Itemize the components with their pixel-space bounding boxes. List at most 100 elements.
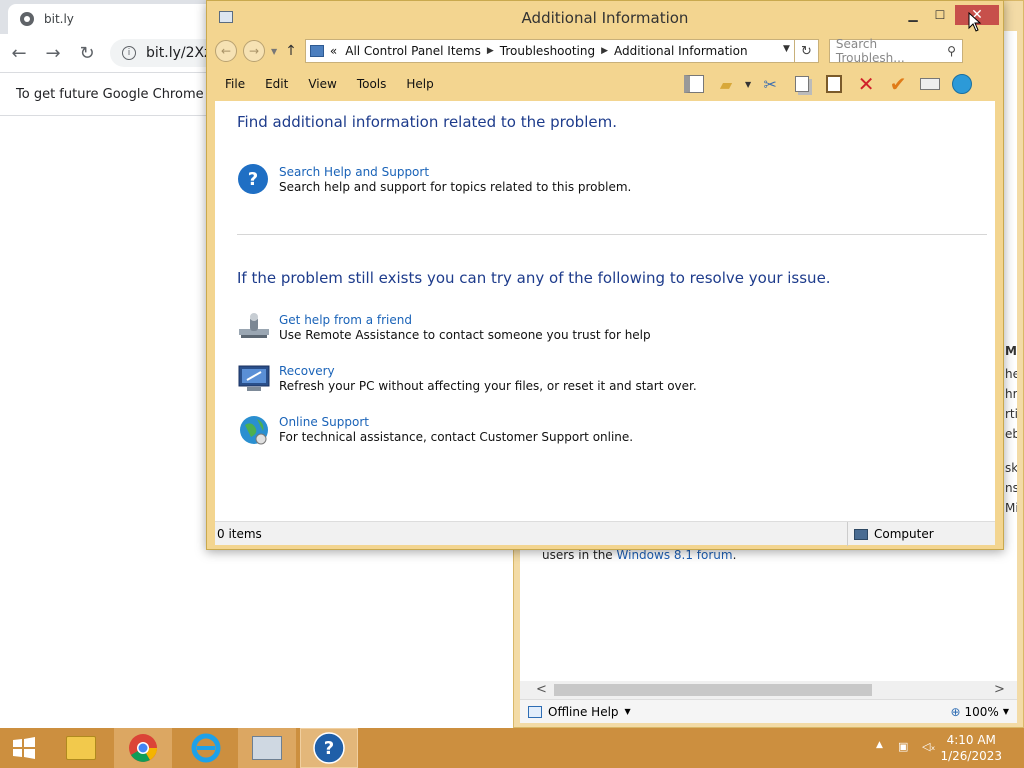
search-help-desc: Search help and support for topics relat… (279, 180, 632, 194)
address-row: ← → ▼ ↑ « All Control Panel Items ▶ Trou… (215, 37, 995, 65)
breadcrumb-item[interactable]: All Control Panel Items (345, 44, 481, 58)
window-title: Additional Information (521, 9, 689, 27)
chrome-tab[interactable]: bit.ly (8, 4, 228, 34)
breadcrumb-item[interactable]: Additional Information (614, 44, 748, 58)
up-arrow-button[interactable]: ↑ (285, 43, 297, 59)
cutoff-text: Mo (1005, 344, 1017, 358)
globe-icon (20, 12, 34, 26)
menu-edit[interactable]: Edit (265, 77, 288, 91)
cutoff-text: eb (1005, 427, 1017, 441)
taskbar-file-explorer[interactable] (56, 728, 106, 768)
maximize-button[interactable]: ☐ (929, 5, 951, 25)
title-bar[interactable]: Additional Information ▁ ☐ ✕ (207, 1, 1003, 35)
taskbar-help[interactable]: ? (300, 728, 358, 768)
toolbar-icons: ▰ ▼ ✂ ✕ ✔ (681, 69, 975, 99)
magnifier-icon: ⊕ (950, 704, 961, 719)
minimize-button[interactable]: ▁ (903, 5, 923, 25)
properties-icon[interactable] (917, 71, 943, 97)
copy-icon[interactable] (789, 71, 815, 97)
status-bar: 0 items Computer (215, 521, 995, 546)
get-help-friend-link[interactable]: Get help from a friend (279, 313, 651, 327)
heading-find-info: Find additional information related to t… (237, 113, 617, 131)
back-button[interactable]: ← (215, 40, 237, 62)
scroll-right-icon[interactable]: > (994, 682, 1005, 697)
menu-tools[interactable]: Tools (357, 77, 387, 91)
security-zone: Computer (847, 522, 934, 546)
chevron-down-icon: ▼ (624, 707, 631, 716)
reload-icon[interactable]: ↻ (72, 38, 102, 68)
breadcrumb-separator-icon[interactable]: ▶ (601, 46, 608, 56)
windows-logo-icon (13, 737, 35, 759)
system-clock[interactable]: 4:10 AM 1/26/2023 (940, 732, 1002, 764)
cutoff-text: rti (1005, 407, 1017, 421)
volume-muted-icon[interactable]: ◁ₓ (922, 740, 935, 753)
clock-time: 4:10 AM (946, 733, 996, 747)
computer-icon (854, 528, 868, 540)
back-arrow-icon[interactable]: ← (4, 38, 34, 68)
recovery-link[interactable]: Recovery (279, 364, 697, 378)
menu-file[interactable]: File (225, 77, 245, 91)
breadcrumb-separator-icon[interactable]: ▶ (487, 46, 494, 56)
forward-button[interactable]: → (243, 40, 265, 62)
help-book-icon (528, 705, 542, 718)
control-panel-icon (252, 736, 282, 760)
refresh-button[interactable]: ↻ (794, 39, 819, 63)
chevron-down-icon: ▼ (1002, 707, 1009, 716)
recent-locations-chevron-icon[interactable]: ▼ (271, 47, 277, 56)
menu-help[interactable]: Help (406, 77, 433, 91)
cutoff-text: ns (1005, 481, 1017, 495)
chevron-down-icon[interactable]: ▼ (745, 80, 751, 89)
taskbar-control-panel[interactable] (238, 728, 296, 768)
svg-text:?: ? (324, 738, 334, 759)
chrome-tab-title: bit.ly (44, 12, 74, 26)
cut-icon[interactable]: ✂ (757, 71, 783, 97)
search-input[interactable]: Search Troublesh... ⚲ (828, 37, 963, 65)
paste-icon[interactable] (821, 71, 847, 97)
network-icon[interactable]: ▣ (898, 740, 908, 753)
search-icon[interactable]: ⚲ (947, 44, 956, 58)
clock-date: 1/26/2023 (940, 749, 1002, 763)
delete-icon[interactable]: ✕ (853, 71, 879, 97)
cutoff-text: Mic (1005, 501, 1017, 515)
heading-problem-exists: If the problem still exists you can try … (237, 269, 831, 287)
chevron-down-icon[interactable]: ▼ (783, 44, 790, 54)
zoom-control[interactable]: ⊕ 100% ▼ (950, 705, 1009, 719)
online-support-desc: For technical assistance, contact Custom… (279, 430, 634, 444)
online-support-link[interactable]: Online Support (279, 415, 633, 429)
svg-text:?: ? (248, 169, 258, 190)
item-recovery: Recovery Refresh your PC without affecti… (237, 362, 697, 396)
forum-link[interactable]: Windows 8.1 forum (617, 548, 733, 562)
item-online-support: Online Support For technical assistance,… (237, 413, 633, 447)
forward-arrow-icon[interactable]: → (38, 38, 68, 68)
item-search-help: ? Search Help and Support Search help an… (237, 163, 631, 197)
taskbar-internet-explorer[interactable] (178, 728, 234, 768)
address-bar[interactable]: « All Control Panel Items ▶ Troubleshoot… (304, 39, 795, 63)
chrome-infobar-text: To get future Google Chrome upc (16, 86, 232, 102)
chrome-logo-icon (129, 734, 157, 762)
horizontal-scrollbar[interactable]: < > (520, 681, 1017, 699)
folder-sync-icon[interactable]: ▰ (713, 71, 739, 97)
menu-view[interactable]: View (308, 77, 336, 91)
search-help-link[interactable]: Search Help and Support (279, 165, 631, 179)
scroll-left-icon[interactable]: < (536, 682, 547, 697)
offline-help-menu[interactable]: Offline Help ▼ (528, 705, 631, 719)
checkmark-icon[interactable]: ✔ (885, 71, 911, 97)
item-count: 0 items (217, 526, 262, 541)
taskbar-chrome[interactable] (114, 728, 172, 768)
help-status-bar: Offline Help ▼ ⊕ 100% ▼ (520, 699, 1017, 723)
info-icon[interactable]: i (122, 46, 136, 60)
item-remote-assistance: Get help from a friend Use Remote Assist… (237, 311, 651, 345)
start-button[interactable] (0, 728, 48, 768)
layout-pane-icon[interactable] (681, 71, 707, 97)
cutoff-text: sk (1005, 461, 1017, 475)
breadcrumb-overflow[interactable]: « (330, 44, 337, 58)
scrollbar-thumb[interactable] (554, 684, 872, 696)
online-support-globe-icon (237, 413, 271, 447)
mouse-pointer-icon (968, 12, 982, 32)
additional-information-window: Additional Information ▁ ☐ ✕ ← → ▼ ↑ « A… (206, 0, 1004, 550)
breadcrumb-item[interactable]: Troubleshooting (500, 44, 595, 58)
recovery-desc: Refresh your PC without affecting your f… (279, 379, 697, 393)
globe-icon[interactable] (949, 71, 975, 97)
menu-bar: File Edit View Tools Help ▰ ▼ ✂ ✕ ✔ (215, 69, 995, 99)
show-hidden-icons-chevron-icon[interactable]: ▲ (876, 740, 883, 750)
